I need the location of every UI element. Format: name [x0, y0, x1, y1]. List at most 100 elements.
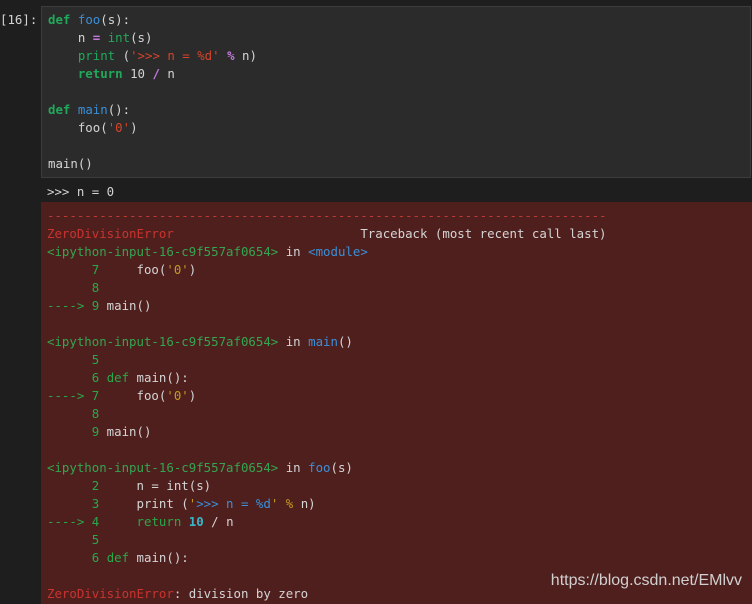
traceback-token — [99, 550, 106, 565]
traceback-token: ZeroDivisionError — [47, 586, 174, 601]
traceback-token: ----------------------------------------… — [47, 208, 607, 223]
traceback-token: 6 — [47, 370, 100, 385]
traceback-line: ZeroDivisionError: division by zero — [47, 585, 607, 603]
traceback-token: main — [308, 334, 338, 349]
code-token: (): — [107, 102, 131, 117]
code-token: %d — [197, 48, 213, 63]
traceback-token: >>> n = %d — [196, 496, 271, 511]
traceback-line: ----------------------------------------… — [47, 207, 607, 225]
code-token: foo — [77, 12, 101, 27]
traceback-token: ZeroDivisionError — [47, 226, 174, 241]
traceback-token: def — [106, 550, 130, 565]
code-line: print ('>>> n = %d' % n) — [48, 47, 257, 65]
traceback-token: (s) — [330, 460, 353, 475]
traceback-line: <ipython-input-16-c9f557af0654> in foo(s… — [47, 459, 607, 477]
traceback-token: Traceback (most recent call last) — [173, 226, 607, 241]
traceback-token: main() — [99, 298, 152, 313]
code-token: n — [159, 66, 175, 81]
code-line: foo('0') — [48, 119, 257, 137]
traceback-line: 8 — [47, 279, 607, 297]
code-token: n — [48, 30, 93, 45]
code-token: return — [77, 66, 123, 81]
stdout-output: >>> n = 0 — [47, 184, 115, 199]
traceback-token: ) — [188, 388, 197, 403]
traceback-token: in — [278, 244, 309, 259]
code-token: foo( — [48, 120, 108, 135]
code-editor[interactable]: def foo(s): n = int(s) print ('>>> n = %… — [48, 11, 257, 173]
traceback-token — [99, 370, 106, 385]
traceback-token — [278, 496, 285, 511]
traceback-token: ----> 7 — [47, 388, 100, 403]
traceback-token: : division by zero — [173, 586, 309, 601]
code-token: main() — [48, 156, 93, 171]
traceback-token: ----> 4 — [47, 514, 100, 529]
code-token: int — [107, 30, 131, 45]
code-token: (s): — [100, 12, 131, 27]
traceback-line: 8 — [47, 405, 607, 423]
code-line: main() — [48, 155, 257, 173]
traceback-line: 6 def main(): — [47, 369, 607, 387]
traceback-token: main(): — [129, 370, 189, 385]
traceback-line: ----> 7 foo('0') — [47, 387, 607, 405]
code-token: (s) — [130, 30, 153, 45]
traceback-text: ----------------------------------------… — [47, 207, 607, 603]
traceback-token: <ipython-input-16-c9f557af0654> — [47, 460, 279, 475]
traceback-token: <module> — [308, 244, 368, 259]
code-token: '>>> n = — [130, 48, 198, 63]
watermark: https://blog.csdn.net/EMlvv — [550, 572, 742, 589]
code-token: ' — [212, 48, 220, 63]
traceback-token: 8 — [47, 406, 100, 421]
traceback-token: 5 — [47, 532, 100, 547]
traceback-token: 6 — [47, 550, 100, 565]
traceback-line — [47, 441, 607, 459]
traceback-line: 6 def main(): — [47, 549, 607, 567]
code-token: def — [48, 102, 71, 117]
traceback-line — [47, 567, 607, 585]
traceback-output: ----------------------------------------… — [41, 202, 752, 604]
code-line: n = int(s) — [48, 29, 257, 47]
traceback-token: 3 — [47, 496, 100, 511]
code-cell[interactable]: def foo(s): n = int(s) print ('>>> n = %… — [41, 6, 751, 178]
traceback-token: '0' — [166, 388, 189, 403]
code-line: def main(): — [48, 101, 257, 119]
traceback-line: 2 n = int(s) — [47, 477, 607, 495]
code-line: return 10 / n — [48, 65, 257, 83]
traceback-token: foo — [308, 460, 331, 475]
traceback-token: 10 — [188, 514, 204, 529]
traceback-token: <ipython-input-16-c9f557af0654> — [47, 334, 279, 349]
traceback-token: 7 — [47, 262, 100, 277]
traceback-line: ----> 4 return 10 / n — [47, 513, 607, 531]
traceback-line: <ipython-input-16-c9f557af0654> in <modu… — [47, 243, 607, 261]
traceback-token: return — [136, 514, 182, 529]
code-token: ( — [115, 48, 131, 63]
traceback-line: 3 print ('>>> n = %d' % n) — [47, 495, 607, 513]
cell-prompt: [16]: — [0, 12, 38, 27]
traceback-token: in — [278, 334, 309, 349]
code-token: 10 — [130, 66, 145, 81]
code-token: print — [77, 48, 116, 63]
traceback-line — [47, 315, 607, 333]
traceback-token: ) — [188, 262, 197, 277]
traceback-token: in — [278, 460, 309, 475]
traceback-token: () — [337, 334, 353, 349]
traceback-token: n) — [293, 496, 316, 511]
traceback-token: main(): — [129, 550, 189, 565]
code-token: def — [48, 12, 71, 27]
traceback-token: def — [106, 370, 130, 385]
traceback-token: foo( — [99, 262, 167, 277]
code-token: '0' — [107, 120, 131, 135]
traceback-token: 8 — [47, 280, 100, 295]
traceback-token — [99, 514, 136, 529]
traceback-line: 5 — [47, 351, 607, 369]
code-token: ) — [130, 120, 138, 135]
traceback-line: ZeroDivisionError Traceback (most recent… — [47, 225, 607, 243]
traceback-token: 9 — [47, 424, 100, 439]
traceback-token: <ipython-input-16-c9f557af0654> — [47, 244, 279, 259]
traceback-token: foo( — [99, 388, 167, 403]
